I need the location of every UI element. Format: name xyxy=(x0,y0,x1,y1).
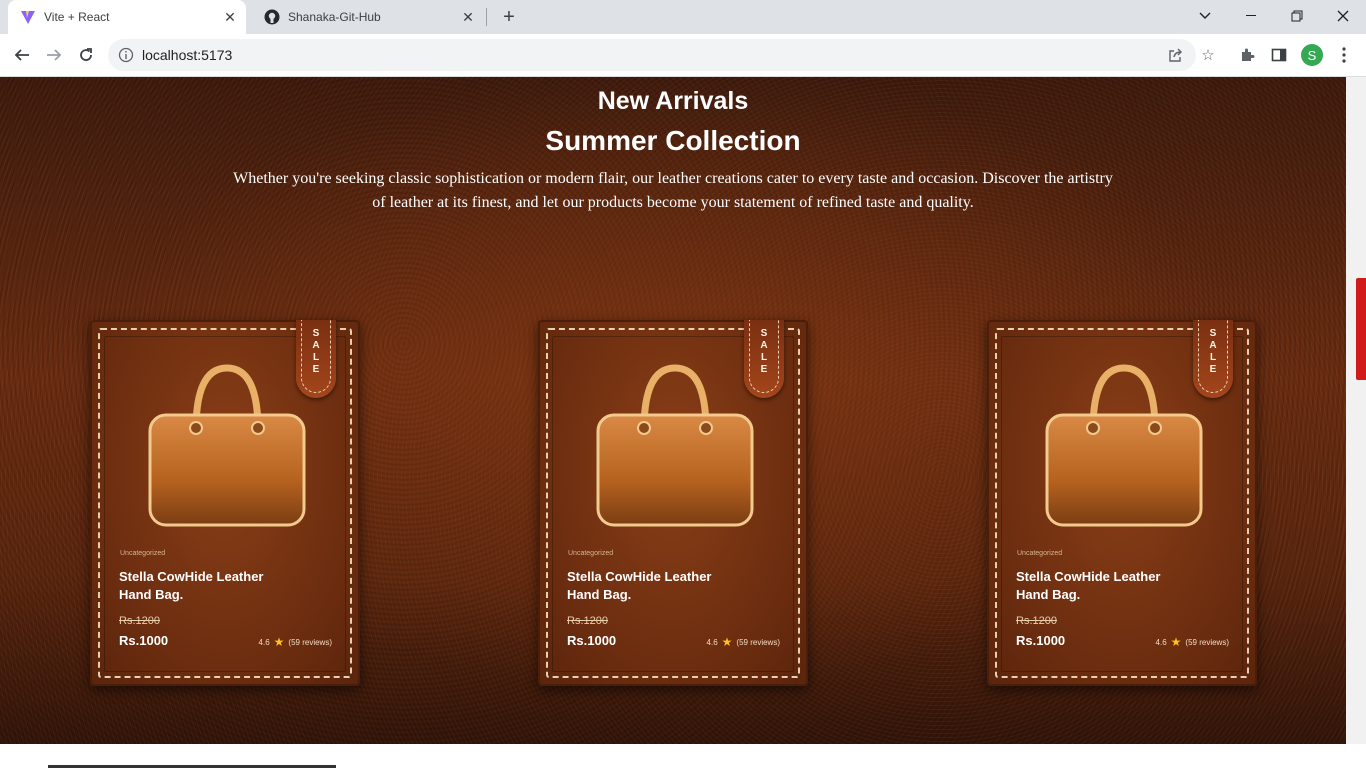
review-count: (59 reviews) xyxy=(288,637,332,647)
handbag-image xyxy=(596,364,754,527)
tab-title: Shanaka-Git-Hub xyxy=(288,10,381,24)
page-content: New Arrivals Summer Collection Whether y… xyxy=(0,77,1346,744)
product-name[interactable]: Stella CowHide Leather Hand Bag. xyxy=(119,568,299,604)
product-old-price: Rs.1200 xyxy=(1016,615,1057,627)
minimize-icon[interactable] xyxy=(1228,0,1274,32)
section-description: Whether you're seeking classic sophistic… xyxy=(233,170,1113,211)
tab-vite-react[interactable]: Vite + React ✕ xyxy=(8,0,246,34)
sale-text: SALE xyxy=(1207,328,1219,376)
side-panel-icon[interactable] xyxy=(1270,46,1288,64)
tab-github[interactable]: Shanaka-Git-Hub ✕ xyxy=(252,0,484,34)
vite-icon xyxy=(20,9,36,25)
handbag-image xyxy=(1045,364,1203,527)
back-arrow-icon[interactable] xyxy=(10,43,34,67)
product-category: Uncategorized xyxy=(1017,550,1063,557)
address-bar[interactable]: localhost:5173 xyxy=(108,39,1196,71)
page-scrollbar[interactable] xyxy=(1346,77,1366,744)
star-icon: ★ xyxy=(721,635,733,649)
tab-separator xyxy=(486,8,487,26)
forward-arrow-icon[interactable] xyxy=(42,43,66,67)
sale-text: SALE xyxy=(310,328,322,376)
product-old-price: Rs.1200 xyxy=(119,615,160,627)
rating-value: 4.6 xyxy=(258,637,270,647)
tab-search-chevron-icon[interactable] xyxy=(1182,0,1228,32)
star-icon: ★ xyxy=(273,635,285,649)
product-category: Uncategorized xyxy=(120,550,166,557)
product-rating: 4.6 ★ (59 reviews) xyxy=(259,635,332,649)
handbag-image xyxy=(148,364,306,527)
review-count: (59 reviews) xyxy=(1185,637,1229,647)
product-name[interactable]: Stella CowHide Leather Hand Bag. xyxy=(1016,568,1196,604)
tab-close-icon[interactable]: ✕ xyxy=(222,9,238,25)
reload-icon[interactable] xyxy=(74,43,98,67)
restore-icon[interactable] xyxy=(1274,0,1320,32)
tab-strip: Vite + React ✕ Shanaka-Git-Hub ✕ + xyxy=(0,0,1366,34)
review-count: (59 reviews) xyxy=(736,637,780,647)
product-category: Uncategorized xyxy=(568,550,614,557)
product-name[interactable]: Stella CowHide Leather Hand Bag. xyxy=(567,568,747,604)
product-price: Rs.1000 xyxy=(119,633,169,648)
extensions-icon[interactable] xyxy=(1238,46,1256,64)
product-card[interactable]: SALE Uncategorized Stella CowHide Leathe… xyxy=(987,320,1257,686)
product-price: Rs.1000 xyxy=(1016,633,1066,648)
more-menu-icon[interactable] xyxy=(1335,46,1353,64)
product-rating: 4.6 ★ (59 reviews) xyxy=(707,635,780,649)
share-icon[interactable] xyxy=(1168,47,1184,63)
product-card[interactable]: SALE Uncategorized Stella CowHide Leathe… xyxy=(538,320,808,686)
rating-value: 4.6 xyxy=(1155,637,1167,647)
site-info-icon[interactable] xyxy=(118,47,134,63)
browser-toolbar: localhost:5173 ☆ S xyxy=(0,34,1366,77)
scrollbar-thumb[interactable] xyxy=(1356,278,1366,380)
section-heading: New Arrivals xyxy=(597,87,749,115)
product-rating: 4.6 ★ (59 reviews) xyxy=(1156,635,1229,649)
product-old-price: Rs.1200 xyxy=(567,615,608,627)
close-window-icon[interactable] xyxy=(1320,0,1366,32)
bookmark-star-icon[interactable]: ☆ xyxy=(1199,46,1217,64)
product-card[interactable]: SALE Uncategorized Stella CowHide Leathe… xyxy=(90,320,360,686)
rating-value: 4.6 xyxy=(706,637,718,647)
tab-title: Vite + React xyxy=(44,10,110,24)
star-icon: ★ xyxy=(1170,635,1182,649)
github-icon xyxy=(264,9,280,25)
sale-text: SALE xyxy=(758,328,770,376)
url-text: localhost:5173 xyxy=(142,47,233,63)
section-subheading: Summer Collection xyxy=(545,125,801,156)
profile-avatar[interactable]: S xyxy=(1301,44,1323,66)
product-price: Rs.1000 xyxy=(567,633,617,648)
tab-close-icon[interactable]: ✕ xyxy=(460,9,476,25)
new-tab-icon[interactable]: + xyxy=(498,6,520,28)
